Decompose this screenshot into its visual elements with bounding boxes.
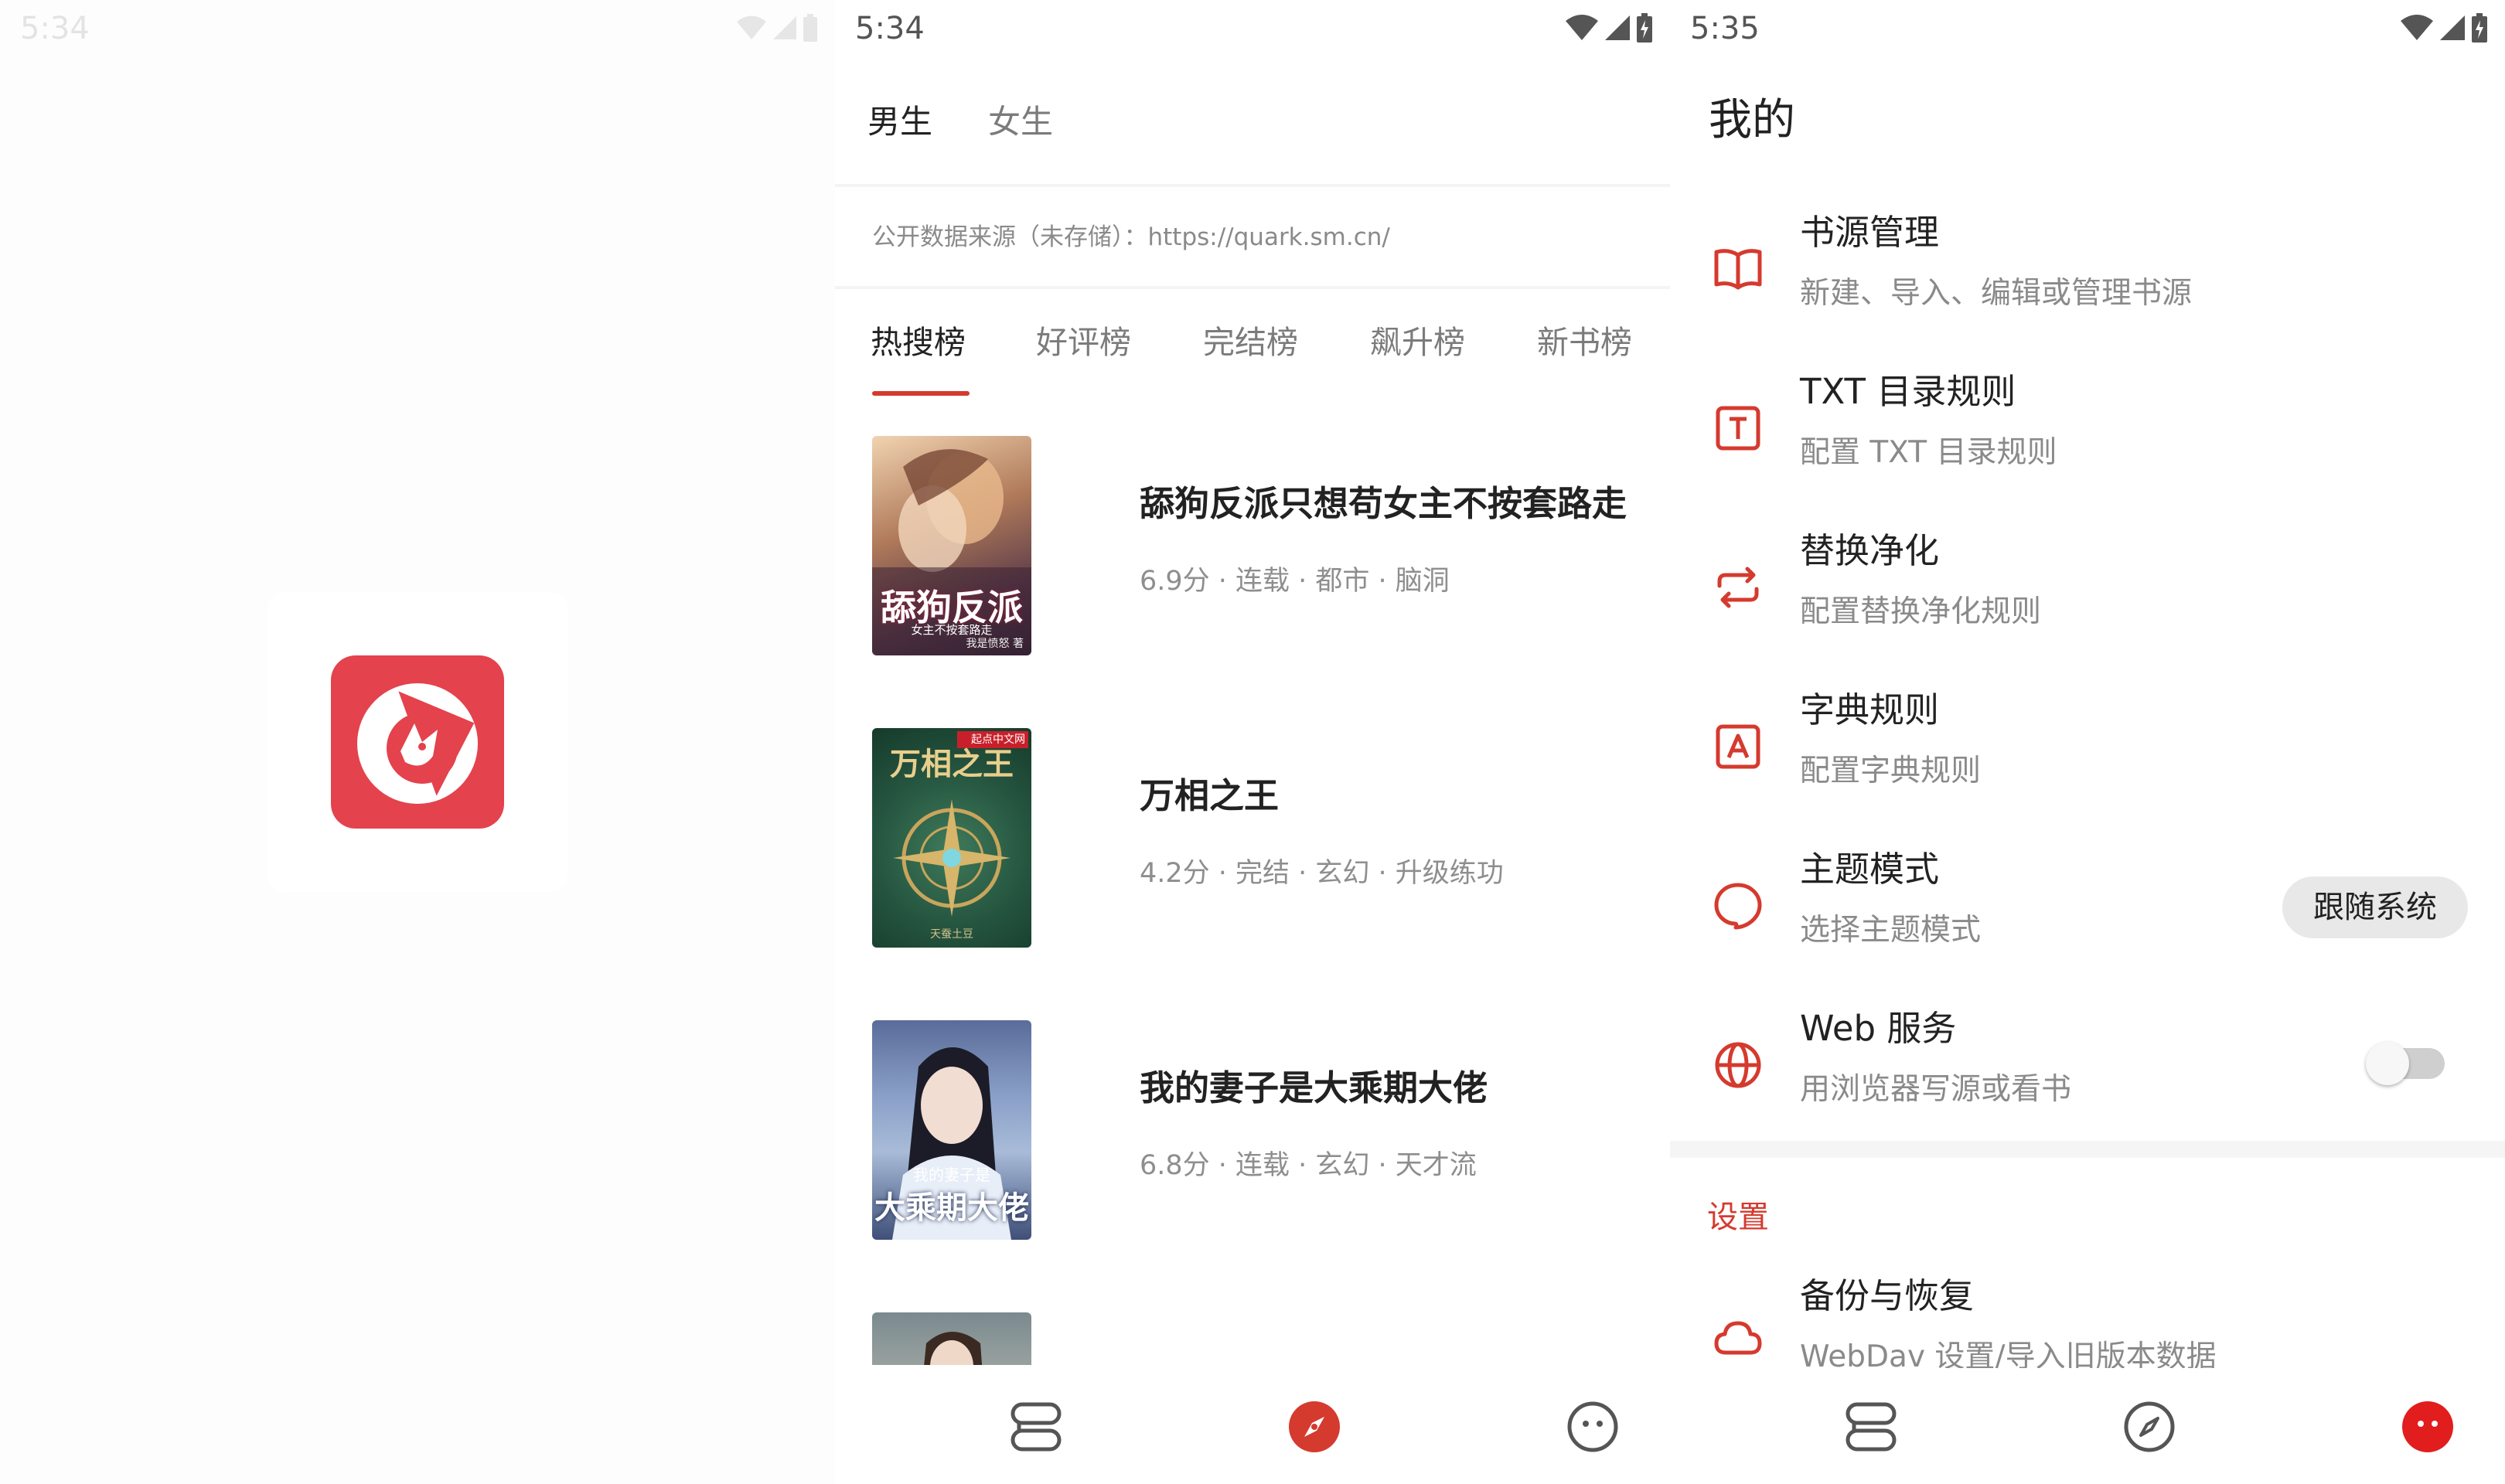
bookshelf-icon[interactable] — [1834, 1390, 1908, 1464]
section-header-settings: 设置 — [1707, 1200, 1769, 1235]
menu-item-dictionary[interactable]: 字典规则 配置字典规则 — [1670, 666, 2505, 825]
battery-charging-icon — [1637, 13, 1652, 43]
tab-new[interactable]: 新书榜 — [1537, 317, 1632, 368]
discover-screen: 5:34 男生 女生 公开数据来源（未存储）：https://quark.sm.… — [835, 0, 1670, 1484]
status-icons — [736, 11, 818, 45]
profile-icon[interactable] — [1556, 1390, 1630, 1464]
profile-icon[interactable] — [2391, 1390, 2465, 1464]
book-item[interactable]: 舔狗反派 女主不按套路走 我是愤怒 著 舔狗反派只想苟女主不按套路走 6.9分 … — [872, 436, 1645, 655]
mine-screen: 5:35 我的 书源管理 新建、导入、编辑或管理书源 TXT 目录规则 配置 T… — [1670, 0, 2505, 1484]
cloud-icon — [1707, 1306, 1769, 1368]
tab-female[interactable]: 女生 — [988, 94, 1053, 150]
tab-male[interactable]: 男生 — [867, 94, 932, 150]
book-open-icon — [1707, 238, 1769, 300]
signal-icon — [773, 16, 796, 39]
menu-item-txt-rules[interactable]: TXT 目录规则 配置 TXT 目录规则 — [1670, 348, 2505, 507]
divider — [835, 286, 1670, 289]
web-service-toggle[interactable] — [2366, 1042, 2445, 1085]
page-title: 我的 — [1709, 95, 1795, 145]
divider — [835, 184, 1670, 187]
tab-rising[interactable]: 飙升榜 — [1370, 317, 1465, 368]
book-cover: 舔狗反派 女主不按套路走 我是愤怒 著 — [872, 436, 1031, 655]
bottom-nav — [1670, 1368, 2505, 1484]
replace-icon — [1707, 556, 1769, 618]
tab-finished[interactable]: 完结榜 — [1203, 317, 1298, 368]
book-cover: 我的妻子是 大乘期大佬 — [872, 1020, 1031, 1240]
status-time: 5:35 — [1690, 11, 1760, 46]
book-title: 我的妻子是大乘期大佬 — [1140, 1067, 1488, 1108]
section-separator — [1670, 1141, 2505, 1158]
theme-mode-select[interactable]: 跟随系统 — [2282, 876, 2468, 938]
menu-item-replace[interactable]: 替换净化 配置替换净化规则 — [1670, 507, 2505, 666]
tab-hot[interactable]: 热搜榜 — [871, 317, 966, 368]
dictionary-icon — [1707, 716, 1769, 778]
status-time: 5:34 — [855, 11, 925, 46]
signal-icon — [2440, 15, 2465, 40]
signal-icon — [1605, 15, 1630, 40]
book-meta: 4.2分 · 完结 · 玄幻 · 升级练功 — [1140, 858, 1504, 889]
status-time: 5:34 — [20, 11, 90, 46]
wifi-icon — [737, 15, 766, 39]
book-meta: 6.8分 · 连载 · 玄幻 · 天才流 — [1140, 1150, 1477, 1181]
fox-logo-icon — [331, 655, 504, 829]
splash-screen: 5:34 — [0, 0, 835, 1484]
battery-icon — [803, 14, 817, 42]
book-title: 万相之王 — [1140, 775, 1280, 816]
bookshelf-icon[interactable] — [999, 1390, 1073, 1464]
menu-item-theme[interactable]: 主题模式 选择主题模式 跟随系统 — [1670, 825, 2505, 985]
status-icons — [2400, 11, 2488, 45]
explore-icon[interactable] — [2112, 1390, 2186, 1464]
menu-item-book-source[interactable]: 书源管理 新建、导入、编辑或管理书源 — [1670, 189, 2505, 348]
battery-charging-icon — [2472, 13, 2487, 43]
book-title: 舔狗反派只想苟女主不按套路走 — [1140, 483, 1627, 524]
book-item[interactable]: 万相之王 起点中文网 天蚕土豆 万相之王 4.2分 · 完结 · 玄幻 · 升级… — [872, 728, 1645, 948]
wifi-icon — [1566, 15, 1598, 40]
book-item[interactable]: 我的妻子是 大乘期大佬 我的妻子是大乘期大佬 6.8分 · 连载 · 玄幻 · … — [872, 1020, 1645, 1240]
book-cover: 万相之王 起点中文网 天蚕土豆 — [872, 728, 1031, 948]
source-notice: 公开数据来源（未存储）：https://quark.sm.cn/ — [872, 223, 1390, 251]
book-meta: 6.9分 · 连载 · 都市 · 脑洞 — [1140, 566, 1450, 597]
tab-rated[interactable]: 好评榜 — [1036, 317, 1131, 368]
globe-icon — [1707, 1034, 1769, 1096]
theme-icon — [1707, 875, 1769, 937]
status-icons — [1565, 11, 1653, 45]
tab-indicator — [872, 391, 970, 396]
menu-item-web-service[interactable]: Web 服务 用浏览器写源或看书 — [1670, 985, 2505, 1144]
txt-icon — [1707, 397, 1769, 459]
explore-icon[interactable] — [1277, 1390, 1351, 1464]
wifi-icon — [2401, 15, 2433, 40]
toggle-knob — [2366, 1042, 2409, 1085]
bottom-nav — [835, 1368, 1670, 1484]
